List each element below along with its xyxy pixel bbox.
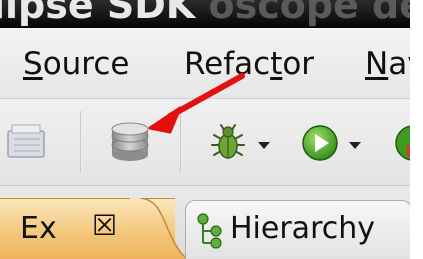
menu-source[interactable]: Source [23, 44, 129, 84]
menu-refactor-mnemonic: t [270, 46, 283, 82]
annotation-arrow [148, 73, 245, 134]
hierarchy-icon [197, 213, 222, 249]
view-tab-bar: Ex ☒ Hierarchy [0, 186, 410, 259]
eclipse-window: lipse SDK oscope de P Source Refactor Na… [0, 0, 410, 259]
run-play-icon[interactable] [300, 123, 340, 163]
tab-hierarchy-label: Hierarchy [230, 211, 376, 246]
open-icon[interactable] [6, 119, 50, 163]
title-bar: lipse SDK oscope de P [0, 0, 410, 28]
menu-refactor-label-c: or [282, 46, 315, 82]
window-title-dim: oscope de P [208, 0, 410, 27]
tab-explorer-edge [130, 198, 190, 259]
menu-source-label: ource [42, 46, 130, 82]
menu-navigate-mnemonic: N [365, 46, 389, 82]
run-external-icon[interactable] [393, 123, 410, 163]
tab-explorer-label: Ex [20, 211, 57, 246]
menu-navigate-label: av [388, 46, 410, 82]
window-title-bright: lipse SDK [0, 0, 196, 27]
debug-dropdown-arrow-icon[interactable] [258, 142, 270, 149]
tab-hierarchy[interactable]: Hierarchy [185, 200, 410, 259]
menu-source-mnemonic: S [23, 46, 43, 82]
menu-navigate[interactable]: Nav [365, 44, 410, 84]
close-icon[interactable]: ☒ [92, 209, 117, 242]
toolbar-separator [80, 111, 82, 173]
window-title: lipse SDK oscope de P [0, 0, 410, 27]
run-dropdown-arrow-icon[interactable] [349, 142, 361, 149]
